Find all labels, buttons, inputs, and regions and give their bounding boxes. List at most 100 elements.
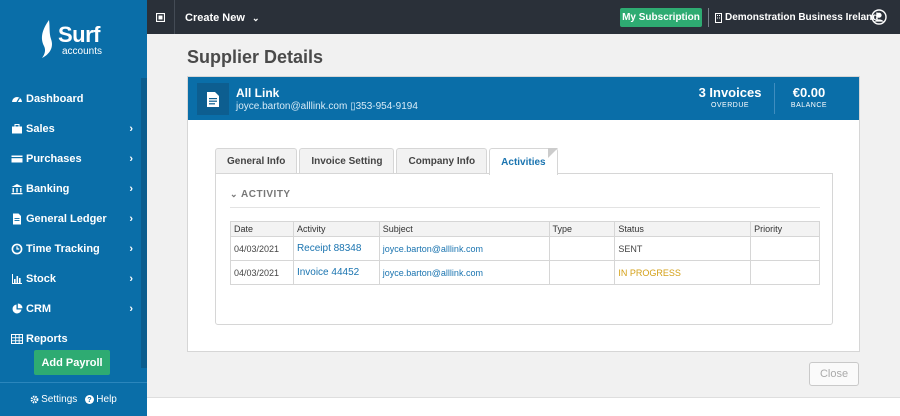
cell-date: 04/03/2021 [230, 236, 294, 261]
column-header-subject[interactable]: Subject [378, 221, 550, 237]
tab-general-info[interactable]: General Info [215, 148, 298, 174]
cell-subject-link[interactable]: joyce.barton@alllink.com [378, 260, 550, 285]
tab-company-info[interactable]: Company Info [396, 148, 488, 174]
chevron-right-icon: › [129, 123, 133, 135]
cell-activity-link[interactable]: Receipt 88348 [292, 236, 380, 261]
supplier-email[interactable]: joyce.barton@alllink.com [236, 101, 347, 112]
help-link[interactable]: ? Help [85, 394, 117, 405]
settings-link[interactable]: Settings [30, 394, 77, 405]
sidebar-item-banking[interactable]: Banking › [0, 174, 141, 204]
supplier-doc-icon-box [197, 83, 229, 115]
page-title: Supplier Details [187, 47, 324, 67]
supplier-name: All Link [236, 86, 280, 100]
cell-date: 04/03/2021 [230, 260, 294, 285]
sidebar-item-crm[interactable]: CRM › [0, 294, 141, 324]
chevron-right-icon: › [129, 153, 133, 165]
cell-status: IN PROGRESS [614, 260, 752, 285]
sidebar-scrollbar[interactable] [141, 78, 147, 368]
overdue-invoices-stat[interactable]: 3 Invoices OVERDUE [695, 85, 765, 109]
tab-fold-corner [547, 148, 558, 158]
sidebar-item-label: Banking [26, 183, 70, 195]
clock-icon [11, 243, 23, 255]
bar-chart-icon [11, 273, 23, 285]
bank-icon [11, 183, 23, 195]
cell-activity-link[interactable]: Invoice 44452 [292, 260, 380, 285]
sidebar-item-label: General Ledger [26, 213, 107, 225]
cell-status: SENT [614, 236, 752, 261]
column-header-activity[interactable]: Activity [292, 221, 380, 237]
chevron-right-icon: › [129, 243, 133, 255]
sidebar-item-dashboard[interactable]: Dashboard [0, 84, 141, 114]
sidebar-item-purchases[interactable]: Purchases › [0, 144, 141, 174]
user-avatar-icon[interactable] [871, 9, 887, 25]
activity-section-toggle[interactable]: ⌄ ACTIVITY [230, 189, 291, 200]
sidebar-item-label: Dashboard [26, 93, 84, 105]
create-new-label: Create New [185, 12, 245, 24]
balance-stat: €0.00 BALANCE [786, 85, 832, 109]
business-selector[interactable]: Demonstration Business Ireland [708, 8, 878, 27]
top-bar: Create New ⌄ My Subscription Demonstrati… [147, 0, 900, 34]
square-toggle-icon [156, 12, 165, 22]
create-new-menu[interactable]: Create New ⌄ [185, 12, 260, 24]
document-icon [207, 91, 219, 107]
brand-sub: accounts [62, 46, 103, 57]
cell-priority [750, 236, 820, 261]
column-header-priority[interactable]: Priority [750, 221, 820, 237]
sidebar-item-label: Purchases [26, 153, 82, 165]
chevron-right-icon: › [129, 183, 133, 195]
table-header-row: Date Activity Subject Type Status Priori… [230, 221, 820, 237]
chevron-down-icon: ⌄ [230, 189, 239, 199]
sidebar-item-general-ledger[interactable]: General Ledger › [0, 204, 141, 234]
close-button[interactable]: Close [809, 362, 859, 386]
column-header-date[interactable]: Date [230, 221, 294, 237]
activity-table: Date Activity Subject Type Status Priori… [230, 221, 820, 285]
sidebar-item-label: Reports [26, 333, 68, 345]
building-icon [715, 12, 722, 23]
tab-invoice-setting[interactable]: Invoice Setting [299, 148, 395, 174]
supplier-tabs: General Info Invoice Setting Company Inf… [215, 148, 558, 175]
sidebar-item-sales[interactable]: Sales › [0, 114, 141, 144]
overdue-invoices-label: OVERDUE [710, 102, 750, 109]
pie-chart-icon [11, 303, 23, 315]
settings-label: Settings [41, 394, 78, 405]
supplier-phone: 353-954-9194 [355, 101, 418, 112]
tab-activities[interactable]: Activities [489, 148, 558, 175]
sidebar-item-stock[interactable]: Stock › [0, 264, 141, 294]
balance-label: BALANCE [790, 102, 828, 109]
stat-divider [774, 83, 775, 114]
activity-divider [230, 207, 820, 208]
sidebar-item-time-tracking[interactable]: Time Tracking › [0, 234, 141, 264]
surf-accounts-logo[interactable]: Surf accounts [36, 18, 116, 62]
chevron-down-icon: ⌄ [251, 13, 260, 23]
sidebar-item-label: Stock [26, 273, 56, 285]
column-header-type[interactable]: Type [548, 221, 616, 237]
cell-subject-link[interactable]: joyce.barton@alllink.com [378, 236, 550, 261]
gear-icon [30, 395, 39, 404]
column-header-status[interactable]: Status [614, 221, 752, 237]
supplier-contact: joyce.barton@alllink.com ▯353-954-9194 [236, 101, 418, 112]
table-row: 04/03/2021 Invoice 44452 joyce.barton@al… [230, 260, 820, 285]
sidebar: Surf accounts Dashboard Sales › Purchases › B… [0, 0, 147, 416]
dashboard-icon [11, 93, 23, 105]
my-subscription-button[interactable]: My Subscription [620, 8, 702, 27]
sidebar-nav: Dashboard Sales › Purchases › Banking › General… [0, 84, 141, 354]
briefcase-icon [11, 123, 23, 135]
toggle-menu-button[interactable] [147, 0, 175, 34]
activity-heading: ACTIVITY [241, 189, 291, 200]
cell-type [548, 260, 616, 285]
table-row: 04/03/2021 Receipt 88348 joyce.barton@al… [230, 236, 820, 261]
footer-area [147, 398, 900, 416]
document-icon [11, 213, 23, 225]
sidebar-footer: Settings ? Help [0, 382, 147, 416]
supplier-header: All Link joyce.barton@alllink.com ▯353-9… [188, 77, 859, 120]
chevron-right-icon: › [129, 273, 133, 285]
sidebar-item-label: CRM [26, 303, 52, 315]
help-label: Help [96, 394, 117, 405]
activities-panel: ⌄ ACTIVITY Date Activity Subject Type Sta… [215, 173, 833, 325]
sidebar-item-label: Sales [26, 123, 55, 135]
add-payroll-button[interactable]: Add Payroll [34, 350, 110, 375]
surf-drop-icon [41, 20, 52, 58]
help-icon: ? [85, 395, 95, 404]
balance-value: €0.00 [792, 85, 826, 100]
business-name: Demonstration Business Ireland [725, 12, 879, 23]
